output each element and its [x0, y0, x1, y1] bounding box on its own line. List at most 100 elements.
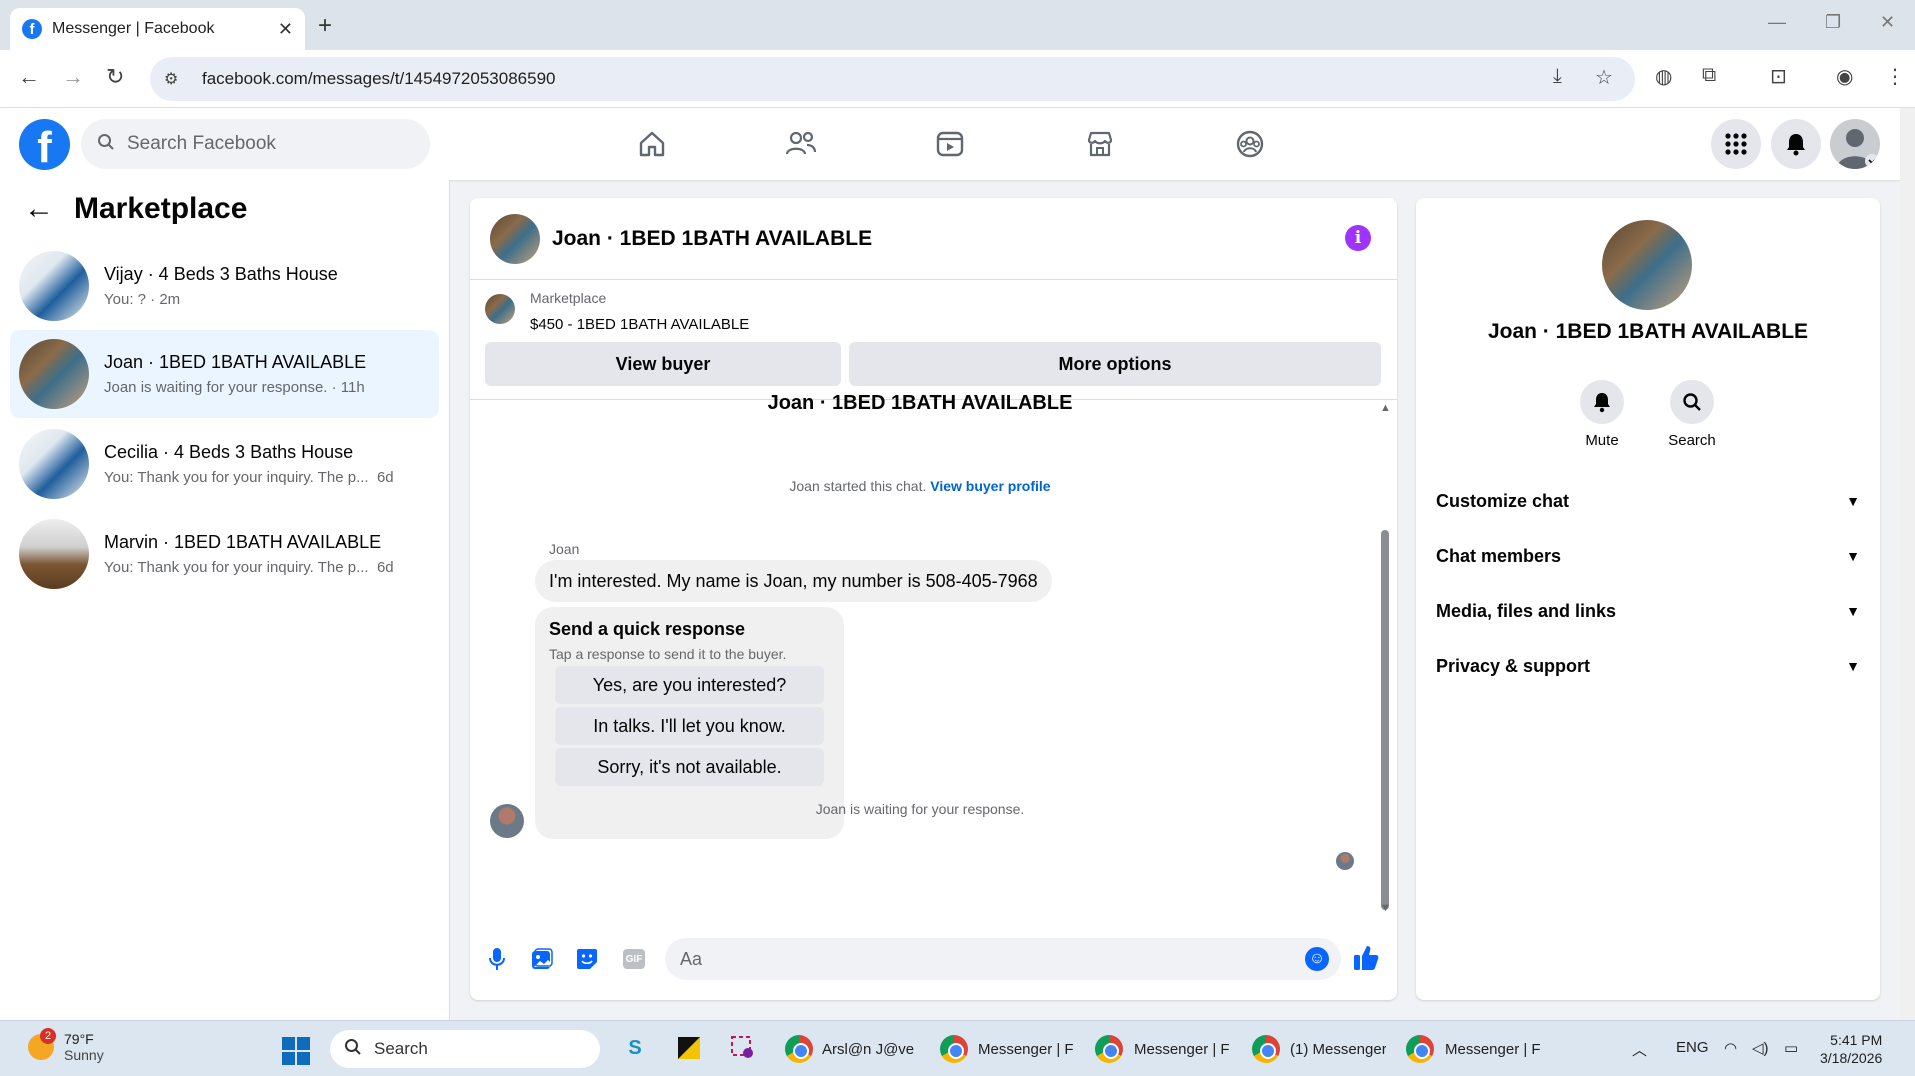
taskbar-search[interactable]: Search — [330, 1030, 600, 1068]
tab-search-icon[interactable]: ⊡ — [1770, 64, 1787, 89]
forward-icon[interactable]: → — [62, 64, 84, 90]
conversation-name: Marvin · 1BED 1BATH AVAILABLE — [104, 532, 382, 552]
message-scrollbar[interactable]: ▲ ▼ — [1378, 400, 1392, 918]
listing-thumbnail — [19, 429, 89, 499]
sticker-icon[interactable] — [574, 946, 600, 972]
search-icon — [344, 1038, 362, 1061]
address-bar[interactable]: ⚙ facebook.com/messages/t/14549720530865… — [150, 57, 1635, 101]
app-s-icon[interactable]: S — [620, 1033, 650, 1063]
chrome-icon[interactable] — [1095, 1035, 1123, 1063]
quick-response-yes-button[interactable]: Yes, are you interested? — [555, 666, 824, 704]
conversation-item-vijay[interactable]: Vijay · 4 Beds 3 Baths House You: ? · 2m — [10, 242, 439, 330]
search-in-chat-button[interactable]: Search — [1652, 380, 1732, 449]
chat-title[interactable]: Joan · 1BED 1BATH AVAILABLE — [552, 227, 872, 251]
back-arrow-icon[interactable]: ← — [24, 192, 54, 226]
message-input[interactable]: Aa ☺ — [665, 938, 1341, 980]
chevron-up-icon[interactable]: ︿ — [1632, 1039, 1647, 1060]
chrome-icon[interactable] — [785, 1035, 813, 1063]
chrome-icon[interactable] — [1252, 1035, 1280, 1063]
tab-title: Messenger | Facebook — [52, 20, 215, 37]
listing-avatar[interactable] — [1602, 220, 1692, 310]
chrome-icon[interactable] — [940, 1035, 968, 1063]
scrollbar-thumb[interactable] — [1381, 530, 1389, 910]
profile-icon[interactable]: ◉ — [1836, 64, 1853, 89]
quick-response-not-available-button[interactable]: Sorry, it's not available. — [555, 748, 824, 786]
account-avatar[interactable] — [1830, 119, 1880, 169]
conversation-item-marvin[interactable]: Marvin · 1BED 1BATH AVAILABLE You: Thank… — [10, 510, 439, 598]
clock-time: 5:41 PM — [1830, 1032, 1883, 1048]
scroll-down-icon[interactable]: ▼ — [1380, 902, 1391, 914]
language-indicator[interactable]: ENG — [1676, 1039, 1709, 1056]
gif-icon[interactable]: GIF — [623, 949, 645, 969]
extensions-icon[interactable]: ⧉ — [1702, 64, 1716, 87]
bookmark-star-icon[interactable]: ☆ — [1595, 65, 1613, 90]
home-icon[interactable] — [632, 126, 672, 162]
privacy-support-section[interactable]: Privacy & support ▼ — [1436, 646, 1860, 686]
info-icon[interactable]: i — [1345, 225, 1371, 251]
battery-icon[interactable]: ▭ — [1784, 1039, 1798, 1057]
browser-tab[interactable]: f Messenger | Facebook ✕ — [10, 8, 305, 50]
back-icon[interactable]: ← — [18, 64, 40, 90]
media-files-links-section[interactable]: Media, files and links ▼ — [1436, 591, 1860, 631]
thumbs-up-icon[interactable] — [1352, 944, 1380, 979]
video-icon[interactable] — [930, 126, 970, 162]
page-scrollbar[interactable] — [1900, 108, 1915, 1020]
window-close-icon[interactable]: ✕ — [1880, 12, 1895, 33]
view-buyer-profile-link[interactable]: View buyer profile — [930, 478, 1050, 494]
windows-start-icon[interactable] — [282, 1037, 310, 1065]
notifications-bell-icon[interactable] — [1771, 119, 1821, 169]
chat-avatar[interactable] — [490, 213, 540, 264]
install-app-icon[interactable]: ⤓ — [1553, 65, 1562, 88]
site-settings-icon[interactable]: ⚙ — [164, 69, 190, 89]
weather-widget[interactable]: 2 79°F Sunny — [28, 1028, 104, 1063]
facebook-search-input[interactable]: Search Facebook — [81, 119, 430, 169]
section-label: Media, files and links — [1436, 600, 1617, 621]
message-composer: GIF Aa ☺ — [470, 928, 1397, 988]
apps-menu-icon[interactable] — [1711, 119, 1761, 169]
groups-icon[interactable] — [1230, 126, 1270, 162]
weather-condition: Sunny — [64, 1047, 104, 1063]
emoji-icon[interactable]: ☺ — [1305, 947, 1329, 971]
view-buyer-button[interactable]: View buyer — [485, 342, 841, 386]
search-icon — [97, 133, 115, 156]
facebook-header: f Search Facebook — [0, 108, 1900, 180]
photo-icon[interactable] — [529, 946, 555, 972]
chrome-icon[interactable] — [1406, 1035, 1434, 1063]
chat-members-section[interactable]: Chat members ▼ — [1436, 536, 1860, 576]
customize-chat-section[interactable]: Customize chat ▼ — [1436, 481, 1860, 521]
quick-response-in-talks-button[interactable]: In talks. I'll let you know. — [555, 707, 824, 745]
scroll-up-icon[interactable]: ▲ — [1380, 402, 1391, 414]
mute-button[interactable]: Mute — [1562, 380, 1642, 449]
more-options-button[interactable]: More options — [849, 342, 1381, 386]
snipping-tool-icon[interactable] — [728, 1033, 758, 1063]
taskbar-app-label[interactable]: Arsl@n J@ve — [822, 1041, 918, 1058]
restore-icon[interactable]: ❐ — [1825, 12, 1841, 33]
system-clock[interactable]: 5:41 PM 3/18/2026 — [1820, 1031, 1882, 1067]
taskbar-search-label: Search — [374, 1039, 428, 1058]
facebook-logo-icon[interactable]: f — [19, 119, 70, 170]
quick-response-subtitle: Tap a response to send it to the buyer. — [549, 646, 787, 662]
wifi-icon[interactable]: ◠ — [1724, 1039, 1737, 1057]
minimize-icon[interactable]: — — [1768, 12, 1786, 33]
conversation-item-cecilia[interactable]: Cecilia · 4 Beds 3 Baths House You: Than… — [10, 420, 439, 508]
friends-icon[interactable] — [781, 126, 821, 162]
taskbar-app-label[interactable]: Messenger | F — [1134, 1041, 1230, 1058]
taskbar-app-label[interactable]: (1) Messenger — [1290, 1041, 1386, 1058]
new-tab-icon[interactable]: + — [318, 12, 332, 40]
volume-icon[interactable]: ◁) — [1752, 1039, 1769, 1057]
globe-icon[interactable]: ◍ — [1655, 64, 1672, 89]
listing-title[interactable]: $450 - 1BED 1BATH AVAILABLE — [530, 316, 749, 333]
marketplace-icon[interactable] — [1080, 126, 1120, 162]
conversation-item-joan[interactable]: Joan · 1BED 1BATH AVAILABLE Joan is wait… — [10, 330, 439, 418]
close-tab-icon[interactable]: ✕ — [278, 19, 293, 40]
microphone-icon[interactable] — [484, 946, 510, 972]
reload-icon[interactable]: ↻ — [106, 64, 124, 90]
menu-icon[interactable]: ⋮ — [1885, 64, 1905, 89]
taskbar-app-label[interactable]: Messenger | F — [1445, 1041, 1541, 1058]
section-label: Chat members — [1436, 545, 1562, 566]
seen-indicator-avatar — [1336, 852, 1354, 870]
bell-icon — [1580, 380, 1624, 424]
taskbar-app-label[interactable]: Messenger | F — [978, 1041, 1074, 1058]
sticky-notes-icon[interactable] — [674, 1033, 704, 1063]
search-label: Search — [1668, 432, 1716, 449]
